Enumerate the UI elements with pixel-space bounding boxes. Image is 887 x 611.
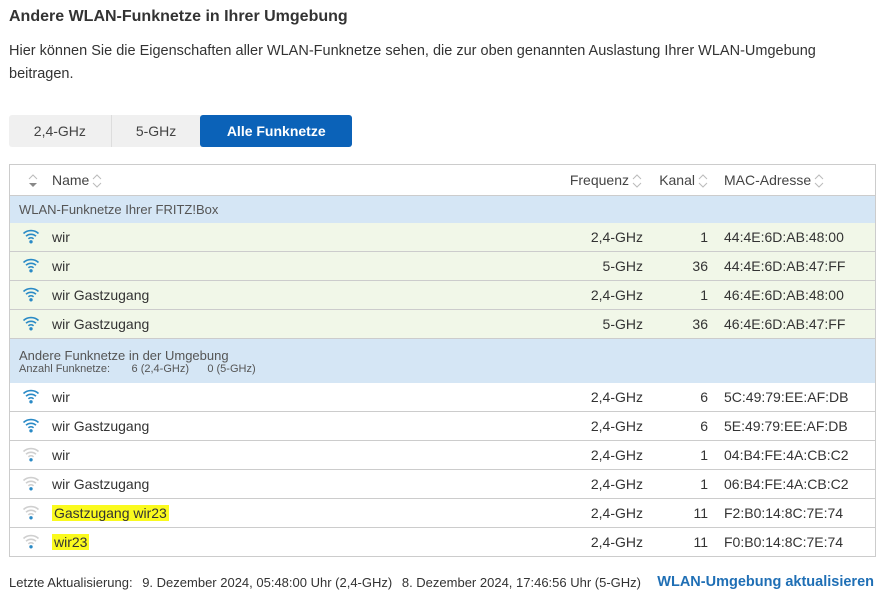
network-mac: 04:B4:FE:4A:CB:C2: [708, 440, 876, 470]
network-channel: 6: [643, 411, 708, 441]
tab-alle-funknetze[interactable]: Alle Funknetze: [200, 115, 352, 147]
network-frequency: 2,4-GHz: [521, 223, 643, 252]
column-frequenz[interactable]: Frequenz: [521, 164, 643, 196]
network-frequency: 2,4-GHz: [521, 280, 643, 310]
sort-icon: [28, 174, 37, 188]
network-channel: 1: [643, 469, 708, 499]
sort-icon: [93, 174, 102, 188]
network-frequency: 2,4-GHz: [521, 527, 643, 557]
network-frequency: 2,4-GHz: [521, 498, 643, 528]
network-channel: 6: [643, 383, 708, 412]
network-name: wir Gastzugang: [52, 316, 150, 332]
table-row[interactable]: wir Gastzugang 2,4-GHz 1 06:B4:FE:4A:CB:…: [9, 469, 876, 499]
table-row[interactable]: wir 2,4-GHz 1 04:B4:FE:4A:CB:C2: [9, 440, 876, 470]
wifi-signal-icon: [22, 258, 40, 272]
table-row[interactable]: wir Gastzugang 2,4-GHz 1 46:4E:6D:AB:48:…: [9, 280, 876, 310]
network-channel: 1: [643, 280, 708, 310]
network-mac: 06:B4:FE:4A:CB:C2: [708, 469, 876, 499]
group-label: WLAN-Funknetze Ihrer FRITZ!Box: [19, 202, 219, 217]
network-name: wir23: [52, 534, 90, 550]
wifi-signal-icon: [22, 287, 40, 301]
network-frequency: 2,4-GHz: [521, 469, 643, 499]
network-name: Gastzugang wir23: [52, 505, 169, 521]
sort-icon: [814, 174, 824, 188]
networks-table: Name Frequenz Kanal MAC-Adresse WLAN-Fun…: [9, 164, 876, 557]
page-description: Hier können Sie die Eigenschaften aller …: [9, 43, 816, 82]
last-update-label: Letzte Aktualisierung:: [9, 575, 133, 590]
network-mac: 46:4E:6D:AB:47:FF: [708, 309, 876, 339]
wifi-signal-icon: [22, 229, 40, 243]
network-channel: 36: [643, 309, 708, 339]
network-name: wir Gastzugang: [52, 476, 150, 492]
network-mac: 5C:49:79:EE:AF:DB: [708, 383, 876, 412]
network-mac: F0:B0:14:8C:7E:74: [708, 527, 876, 557]
network-channel: 36: [643, 251, 708, 281]
network-frequency: 5-GHz: [521, 251, 643, 281]
network-channel: 1: [643, 223, 708, 252]
table-row[interactable]: Gastzugang wir23 2,4-GHz 11 F2:B0:14:8C:…: [9, 498, 876, 528]
network-name: wir: [52, 447, 70, 463]
network-name: wir: [52, 229, 70, 245]
table-row[interactable]: wir Gastzugang 5-GHz 36 46:4E:6D:AB:47:F…: [9, 309, 876, 339]
network-frequency: 5-GHz: [521, 309, 643, 339]
column-mac[interactable]: MAC-Adresse: [708, 164, 876, 196]
network-name: wir Gastzugang: [52, 287, 150, 303]
table-row[interactable]: wir23 2,4-GHz 11 F0:B0:14:8C:7E:74: [9, 527, 876, 557]
network-channel: 11: [643, 498, 708, 528]
wifi-signal-icon: [22, 476, 40, 490]
last-update-5: 8. Dezember 2024, 17:46:56 Uhr (5-GHz): [401, 575, 642, 590]
wifi-signal-icon: [22, 316, 40, 330]
group-row: WLAN-Funknetze Ihrer FRITZ!Box: [9, 195, 876, 223]
last-update-24: 9. Dezember 2024, 05:48:00 Uhr (2,4-GHz): [142, 575, 393, 590]
network-mac: 44:4E:6D:AB:48:00: [708, 223, 876, 252]
network-frequency: 2,4-GHz: [521, 411, 643, 441]
table-row[interactable]: wir 5-GHz 36 44:4E:6D:AB:47:FF: [9, 251, 876, 281]
wifi-signal-icon: [22, 389, 40, 403]
sort-icon: [698, 174, 708, 188]
refresh-link[interactable]: WLAN-Umgebung aktualisieren: [657, 574, 874, 590]
wifi-signal-icon: [22, 505, 40, 519]
column-name[interactable]: Name: [52, 164, 521, 196]
group-count: Anzahl Funknetze: 6 (2,4-GHz) 0 (5-GHz): [19, 362, 256, 375]
network-channel: 11: [643, 527, 708, 557]
network-mac: 5E:49:79:EE:AF:DB: [708, 411, 876, 441]
wifi-signal-icon: [22, 534, 40, 548]
tab-5-ghz[interactable]: 5-GHz: [110, 115, 201, 147]
network-frequency: 2,4-GHz: [521, 383, 643, 412]
column-kanal[interactable]: Kanal: [643, 164, 708, 196]
last-update: Letzte Aktualisierung: 9. Dezember 2024,…: [9, 575, 647, 590]
band-tabs: 2,4-GHz 5-GHz Alle Funknetze: [9, 115, 352, 147]
tab-2-4-ghz[interactable]: 2,4-GHz: [9, 115, 111, 147]
wifi-signal-icon: [22, 418, 40, 432]
network-mac: 46:4E:6D:AB:48:00: [708, 280, 876, 310]
group-label: Andere Funknetze in der Umgebung: [19, 347, 229, 363]
network-name: wir: [52, 389, 70, 405]
network-frequency: 2,4-GHz: [521, 440, 643, 470]
page-title: Andere WLAN-Funknetze in Ihrer Umgebung: [9, 8, 348, 25]
sort-signal-header[interactable]: [9, 164, 52, 196]
network-mac: F2:B0:14:8C:7E:74: [708, 498, 876, 528]
wifi-signal-icon: [22, 447, 40, 461]
table-header: Name Frequenz Kanal MAC-Adresse: [9, 164, 876, 196]
network-mac: 44:4E:6D:AB:47:FF: [708, 251, 876, 281]
table-row[interactable]: wir 2,4-GHz 6 5C:49:79:EE:AF:DB: [9, 383, 876, 412]
table-row[interactable]: wir Gastzugang 2,4-GHz 6 5E:49:79:EE:AF:…: [9, 411, 876, 441]
group-row: Andere Funknetze in der Umgebung Anzahl F…: [9, 338, 876, 383]
network-name: wir: [52, 258, 70, 274]
table-row[interactable]: wir 2,4-GHz 1 44:4E:6D:AB:48:00: [9, 223, 876, 252]
network-channel: 1: [643, 440, 708, 470]
sort-icon: [632, 174, 642, 188]
network-name: wir Gastzugang: [52, 418, 150, 434]
